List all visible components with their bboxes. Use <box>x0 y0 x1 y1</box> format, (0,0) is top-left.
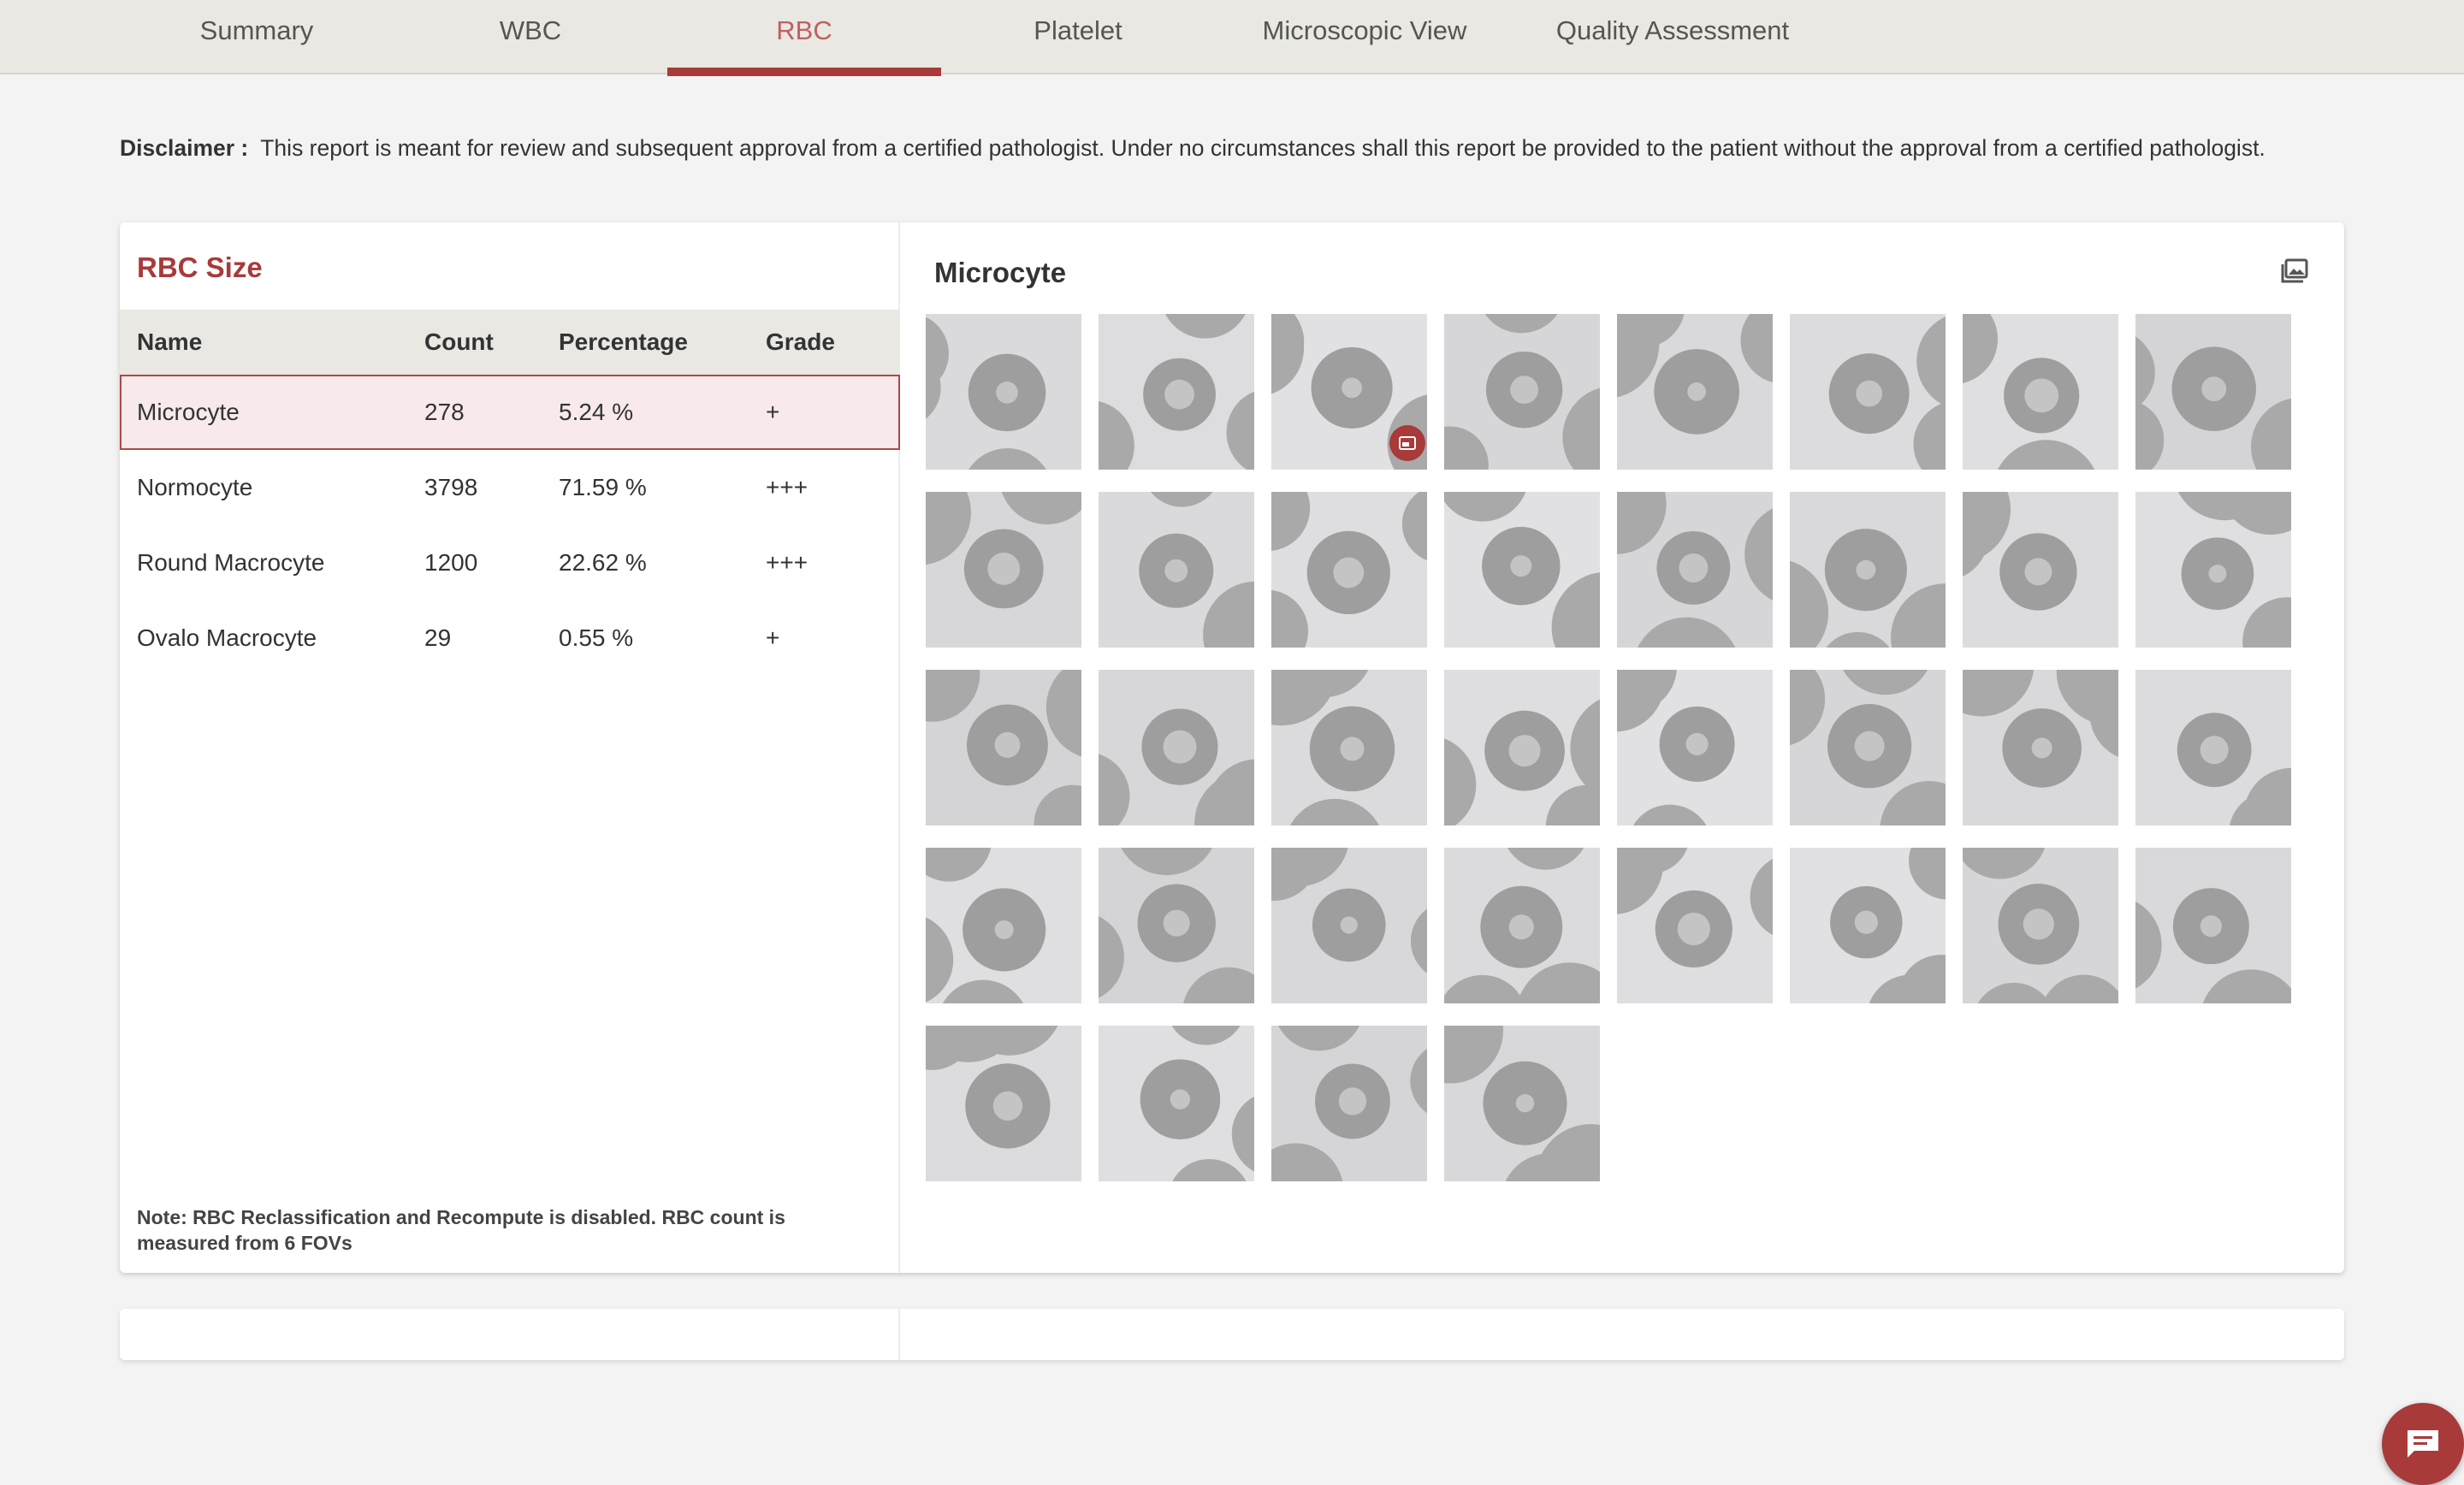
table-header: Name Count Percentage Grade <box>120 310 900 375</box>
cell-percentage: 0.55 % <box>559 624 634 651</box>
cell-image-thumbnail[interactable] <box>1617 670 1773 825</box>
tab-wbc[interactable]: WBC <box>432 0 629 74</box>
cell-image-thumbnail[interactable] <box>1099 314 1254 470</box>
disclaimer-label: Disclaimer : <box>120 135 249 161</box>
disclaimer-text: This report is meant for review and subs… <box>260 135 2266 161</box>
tab-platelet[interactable]: Platelet <box>980 0 1176 74</box>
chat-button[interactable] <box>2382 1403 2464 1485</box>
card-divider <box>898 1309 900 1360</box>
cell-image-thumbnail[interactable] <box>1444 848 1600 1003</box>
cell-image-grid <box>926 314 2291 1181</box>
cell-image-thumbnail[interactable] <box>1617 492 1773 648</box>
table-row-microcyte[interactable]: Microcyte 278 5.24 % + <box>120 375 900 450</box>
cell-percentage: 22.62 % <box>559 549 647 576</box>
cell-count: 29 <box>424 624 452 651</box>
cell-image-thumbnail[interactable] <box>1790 670 1946 825</box>
cell-image-thumbnail[interactable] <box>2135 670 2291 825</box>
cell-image-thumbnail[interactable] <box>926 314 1081 470</box>
cell-image-thumbnail[interactable] <box>1963 848 2118 1003</box>
cell-image-thumbnail[interactable] <box>1963 670 2118 825</box>
cell-image-thumbnail[interactable] <box>1099 670 1254 825</box>
column-header-percentage: Percentage <box>559 328 688 355</box>
chat-icon <box>2408 1430 2438 1458</box>
cell-image-thumbnail[interactable] <box>1271 314 1427 470</box>
cell-image-thumbnail[interactable] <box>1963 314 2118 470</box>
cell-image-thumbnail[interactable] <box>2135 492 2291 648</box>
cell-image-thumbnail[interactable] <box>1444 1026 1600 1181</box>
cell-image-thumbnail[interactable] <box>1790 314 1946 470</box>
cell-grade: + <box>766 375 900 450</box>
cell-image-thumbnail[interactable] <box>1271 1026 1427 1181</box>
tab-rbc[interactable]: RBC <box>667 0 941 76</box>
tab-bar: Summary WBC RBC Platelet Microscopic Vie… <box>0 0 2464 76</box>
cell-image-thumbnail[interactable] <box>926 1026 1081 1181</box>
rbc-size-table: Name Count Percentage Grade Microcyte 27… <box>120 310 900 676</box>
cell-image-thumbnail[interactable] <box>1271 848 1427 1003</box>
cell-count: 278 <box>424 375 559 450</box>
cell-image-thumbnail[interactable] <box>1790 492 1946 648</box>
cell-name: Ovalo Macrocyte <box>137 624 317 651</box>
cell-name: Round Macrocyte <box>137 549 325 576</box>
cell-image-thumbnail[interactable] <box>1444 492 1600 648</box>
cell-image-thumbnail[interactable] <box>1444 314 1600 470</box>
cell-grade: +++ <box>766 474 808 500</box>
cell-name: Normocyte <box>137 474 253 500</box>
cell-image-thumbnail[interactable] <box>2135 314 2291 470</box>
cell-image-thumbnail[interactable] <box>1099 492 1254 648</box>
cell-percentage: 5.24 % <box>559 375 766 450</box>
cell-image-thumbnail[interactable] <box>1271 670 1427 825</box>
cell-image-thumbnail[interactable] <box>1790 848 1946 1003</box>
tab-summary[interactable]: Summary <box>158 0 355 74</box>
cell-image-thumbnail[interactable] <box>926 670 1081 825</box>
cell-percentage: 71.59 % <box>559 474 647 500</box>
image-badge-icon[interactable] <box>1389 425 1425 461</box>
cell-image-thumbnail[interactable] <box>926 492 1081 648</box>
cell-grade: +++ <box>766 549 808 576</box>
section-title: RBC Size <box>137 251 263 283</box>
gallery-title: Microcyte <box>934 257 1067 288</box>
cell-grade: + <box>766 624 780 651</box>
cell-name: Microcyte <box>120 375 424 450</box>
tab-quality-assessment[interactable]: Quality Assessment <box>1531 0 1814 74</box>
tab-microscopic-view[interactable]: Microscopic View <box>1228 0 1502 74</box>
cell-image-thumbnail[interactable] <box>1099 848 1254 1003</box>
image-gallery-icon[interactable] <box>2281 258 2308 284</box>
rbc-size-card: RBC Size Name Count Percentage Grade Mic… <box>120 222 2464 1485</box>
cell-image-thumbnail[interactable] <box>926 848 1081 1003</box>
cell-image-thumbnail[interactable] <box>1963 492 2118 648</box>
column-header-grade: Grade <box>766 328 835 355</box>
next-card <box>120 1309 2344 1360</box>
cell-image-thumbnail[interactable] <box>1099 1026 1254 1181</box>
cell-image-thumbnail[interactable] <box>1617 848 1773 1003</box>
table-row-round-macrocyte[interactable]: Round Macrocyte 1200 22.62 % +++ <box>120 525 900 601</box>
table-row-normocyte[interactable]: Normocyte 3798 71.59 % +++ <box>120 450 900 525</box>
rbc-note: Note: RBC Reclassification and Recompute… <box>137 1206 785 1254</box>
cell-count: 3798 <box>424 474 478 500</box>
cell-image-thumbnail[interactable] <box>1444 670 1600 825</box>
rbc-size-panel: RBC Size Name Count Percentage Grade Mic… <box>120 222 900 1273</box>
table-row-ovalo-macrocyte[interactable]: Ovalo Macrocyte 29 0.55 % + <box>120 601 900 676</box>
cell-count: 1200 <box>424 549 478 576</box>
disclaimer: Disclaimer : This report is meant for rev… <box>120 135 2361 162</box>
cell-image-thumbnail[interactable] <box>2135 848 2291 1003</box>
column-header-name: Name <box>137 328 203 355</box>
cell-image-thumbnail[interactable] <box>1617 314 1773 470</box>
cell-image-thumbnail[interactable] <box>1271 492 1427 648</box>
column-header-count: Count <box>424 328 494 355</box>
